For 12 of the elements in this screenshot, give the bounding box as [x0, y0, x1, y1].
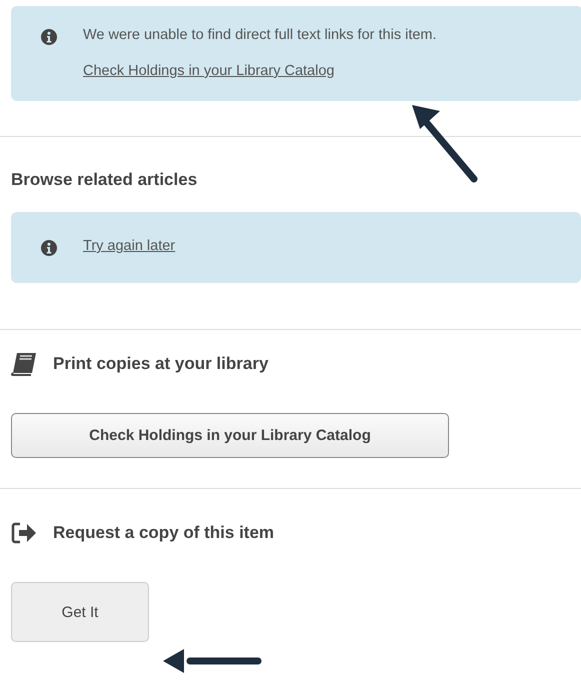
notice-text: We were unable to find direct full text links for this item.: [83, 27, 437, 43]
sign-out-icon: [11, 521, 37, 545]
info-icon: [41, 240, 57, 256]
book-icon: [11, 352, 37, 376]
catalog-button[interactable]: Check Holdings in your Library Catalog: [11, 413, 449, 458]
section-heading: Browse related articles: [11, 170, 198, 190]
catalog-link[interactable]: Try again later: [83, 238, 176, 254]
section-heading: Print copies at your library: [53, 354, 268, 374]
catalog-link[interactable]: Check Holdings in your Library Catalog: [83, 63, 437, 79]
info-icon: [41, 29, 57, 45]
get-it-button[interactable]: Get It: [11, 582, 149, 642]
section-heading: Request a copy of this item: [53, 523, 274, 543]
